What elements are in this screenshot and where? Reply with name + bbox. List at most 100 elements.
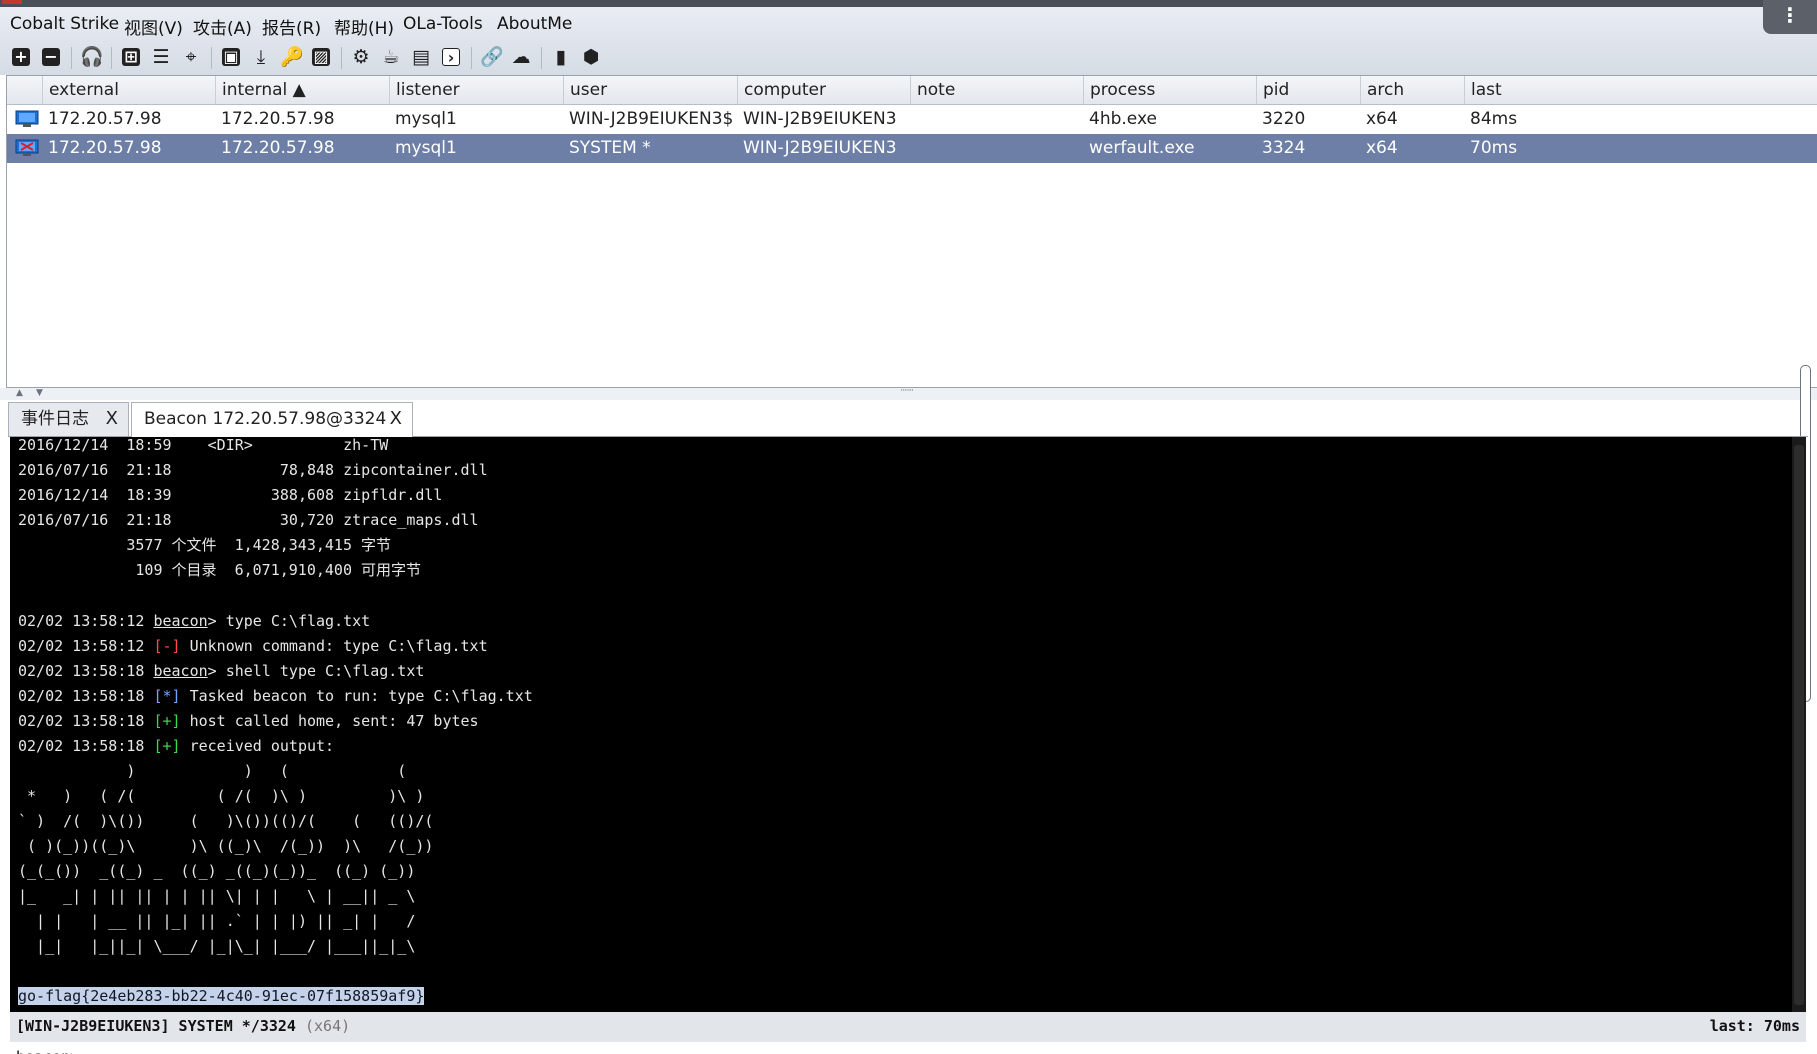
console-line: 02/02 13:58:12 [-] Unknown command: type…	[18, 637, 488, 655]
column-header-process[interactable]: process	[1083, 76, 1256, 104]
cell-arch: x64	[1366, 138, 1398, 158]
headphones-icon[interactable]: 🎧	[80, 46, 104, 68]
ascii-art-line: |_ _| | || || | | || \| | | \ | __|| _ \	[18, 887, 416, 905]
menu-reports[interactable]: 报告(R)	[262, 14, 321, 39]
ascii-art-line: | | | __ || |_| || .` | | |) || _| | /	[18, 912, 416, 930]
toolbar-separator	[541, 47, 542, 69]
collapse-down-icon[interactable]: ▼	[36, 388, 43, 398]
cell-last: 70ms	[1470, 138, 1518, 158]
collapse-up-icon[interactable]: ▲	[16, 388, 23, 398]
window-top-strip	[0, 0, 1817, 7]
column-header-listener[interactable]: listener	[389, 76, 563, 104]
menu-view[interactable]: 视图(V)	[124, 14, 183, 39]
column-header-icon[interactable]	[7, 76, 42, 104]
ascii-art-line: (_(_()) _((_) _ ((_) _((_)(_))_ ((_) (_)…	[18, 862, 416, 880]
ascii-art-line: ` ) /( )\()) ( )\())(()/( ( (()/(	[18, 812, 434, 830]
target-icon[interactable]: ⌖	[180, 46, 202, 68]
sessions-table-header: external internal ▲ listener user comput…	[7, 76, 1817, 105]
close-tab-icon[interactable]: X	[106, 403, 118, 435]
key-icon[interactable]: 🔑	[280, 46, 304, 68]
console-line: 2016/07/16 21:18 30,720 ztrace_maps.dll	[18, 511, 479, 529]
cell-internal: 172.20.57.98	[221, 138, 335, 158]
menu-help[interactable]: 帮助(H)	[334, 14, 394, 39]
link-icon[interactable]: 🔗	[480, 46, 504, 68]
cell-listener: mysql1	[395, 109, 457, 129]
column-header-internal[interactable]: internal ▲	[215, 76, 389, 104]
column-header-computer[interactable]: computer	[737, 76, 910, 104]
success-tag: [+]	[153, 737, 181, 755]
success-tag: [+]	[153, 712, 181, 730]
column-header-last[interactable]: last	[1464, 76, 1817, 104]
tab-beacon[interactable]: Beacon 172.20.57.98@3324 X	[131, 402, 413, 437]
beacon-console-output[interactable]: 2016/12/14 18:59 <DIR> zh-TW 2016/07/16 …	[10, 437, 1792, 1012]
cell-external: 172.20.57.98	[48, 138, 162, 158]
tab-label: Beacon 172.20.57.98@3324	[144, 409, 387, 429]
ascii-art-line: * ) ( /( ( /( )\ ) )\ )	[18, 787, 425, 805]
menu-attack[interactable]: 攻击(A)	[193, 14, 252, 39]
console-line: 109 个目录 6,071,910,400 可用字节	[18, 561, 422, 579]
cell-computer: WIN-J2B9EIUKEN3	[743, 138, 897, 158]
ascii-art-line: |_| |_||_| \___/ |_|\_| |___/ |___||_|_\	[18, 937, 416, 955]
error-tag: [-]	[153, 637, 181, 655]
console-line: 02/02 13:58:18 [*] Tasked beacon to run:…	[18, 687, 533, 705]
column-header-arch[interactable]: arch	[1360, 76, 1464, 104]
tab-event-log[interactable]: 事件日志 X	[8, 402, 129, 436]
cell-external: 172.20.57.98	[48, 109, 162, 129]
status-arch: (x64)	[305, 1017, 351, 1035]
console-line: 2016/07/16 21:18 78,848 zipcontainer.dll	[18, 461, 488, 479]
column-header-external[interactable]: external	[42, 76, 215, 104]
beacon-command-input[interactable]: beacon>	[10, 1042, 1812, 1054]
package-icon[interactable]: ⬢	[580, 46, 602, 68]
cell-user: SYSTEM *	[569, 138, 651, 158]
column-header-pid[interactable]: pid	[1256, 76, 1360, 104]
cell-note	[910, 134, 916, 163]
more-options-icon[interactable]: ⋮	[1763, 0, 1817, 34]
cell-pid: 3220	[1262, 109, 1306, 129]
book-icon[interactable]: ▮	[550, 46, 572, 68]
computer-elevated-icon	[15, 139, 39, 156]
beacon-status-bar: [WIN-J2B9EIUKEN3] SYSTEM */3324 (x64) la…	[10, 1012, 1806, 1042]
document-icon[interactable]: ▤	[410, 46, 432, 68]
coffee-icon[interactable]: ☕	[380, 46, 402, 68]
menu-cobalt-strike[interactable]: Cobalt Strike	[10, 14, 119, 34]
split-pane-divider[interactable]: ▲ ▼ ·······	[0, 386, 1817, 400]
toolbar-separator	[111, 47, 112, 69]
cell-note	[910, 105, 916, 134]
cloud-icon[interactable]: ☁	[510, 46, 532, 68]
console-line: 2016/12/14 18:59 <DIR> zh-TW	[18, 437, 389, 454]
scrollbar-thumb[interactable]	[1794, 445, 1804, 1005]
sessions-table: external internal ▲ listener user comput…	[6, 75, 1817, 388]
cell-computer: WIN-J2B9EIUKEN3	[743, 109, 897, 129]
new-connection-icon[interactable]: +	[10, 46, 32, 68]
toolbar-separator	[211, 47, 212, 69]
ascii-art-line: ( )(_))((_)\ )\ ((_)\ /(_)) )\ /(_))	[18, 837, 434, 855]
flag-output[interactable]: go-flag{2e4eb283-bb22-4c40-91ec-07f15885…	[18, 987, 425, 1005]
column-header-user[interactable]: user	[563, 76, 737, 104]
settings-icon[interactable]: ⚙	[350, 46, 372, 68]
console-icon[interactable]: ›	[440, 46, 462, 68]
disconnect-icon[interactable]: −	[40, 46, 62, 68]
toolbar-separator	[341, 47, 342, 69]
console-scrollbar[interactable]	[1792, 437, 1806, 1012]
column-header-note[interactable]: note	[910, 76, 1083, 104]
session-row[interactable]: 172.20.57.98 172.20.57.98 mysql1 WIN-J2B…	[7, 105, 1817, 134]
close-tab-icon[interactable]: X	[390, 403, 402, 435]
status-last-checkin: last: 70ms	[1709, 1017, 1800, 1035]
drag-handle-icon[interactable]: ·······	[900, 386, 914, 396]
screenshot-icon[interactable]: ▨	[310, 46, 332, 68]
graph-view-icon[interactable]: ⊞	[120, 46, 142, 68]
console-line: 3577 个文件 1,428,343,415 字节	[18, 536, 392, 554]
status-session-info: [WIN-J2B9EIUKEN3] SYSTEM */3324 (x64)	[16, 1017, 351, 1035]
session-row-selected[interactable]: 172.20.57.98 172.20.57.98 mysql1 SYSTEM …	[7, 134, 1817, 163]
credentials-icon[interactable]: ▣	[220, 46, 242, 68]
menu-ola-tools[interactable]: OLa-Tools	[403, 14, 483, 34]
console-line: 02/02 13:58:18 beacon> shell type C:\fla…	[18, 662, 425, 680]
download-icon[interactable]: ⤓	[250, 46, 272, 68]
toolbar-separator	[471, 47, 472, 69]
cell-last: 84ms	[1470, 109, 1518, 129]
app-icon	[2, 0, 22, 4]
list-view-icon[interactable]: ☰	[150, 46, 172, 68]
toolbar-separator	[71, 47, 72, 69]
console-line: 2016/12/14 18:39 388,608 zipfldr.dll	[18, 486, 443, 504]
menu-about-me[interactable]: AboutMe	[497, 14, 572, 34]
